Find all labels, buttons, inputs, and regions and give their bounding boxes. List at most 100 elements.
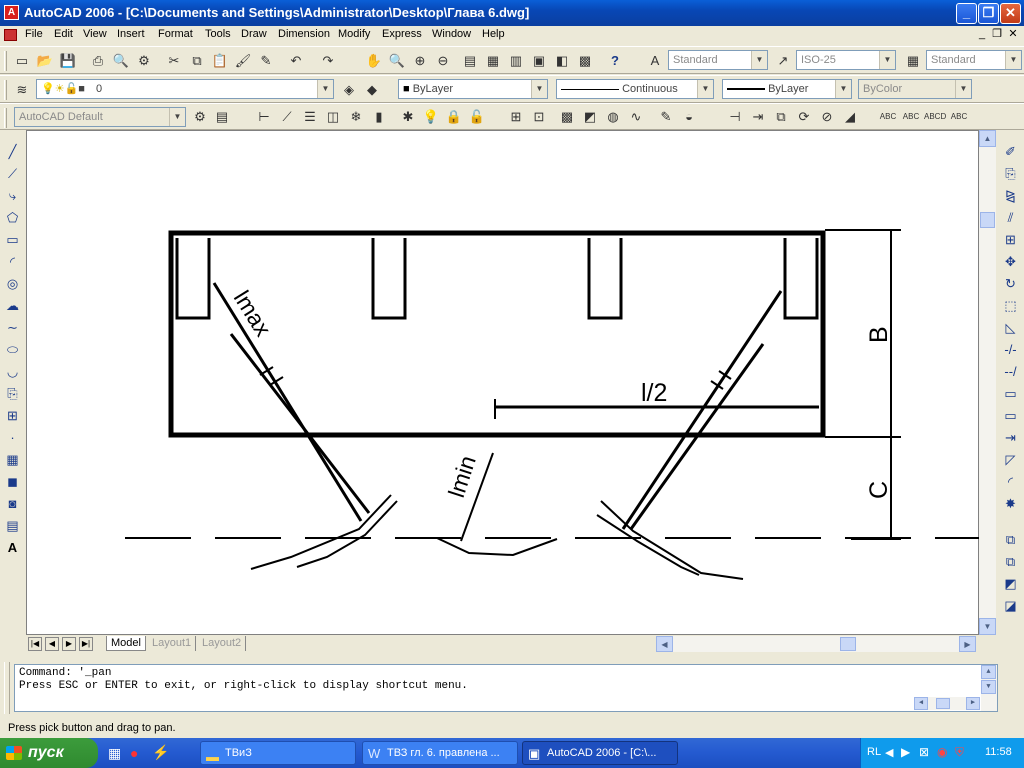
properties-icon[interactable]: ▤ — [460, 51, 480, 71]
command-line[interactable]: Command: '_pan Press ESC or ENTER to exi… — [14, 664, 998, 712]
make-current-layer-icon[interactable]: ◈ — [339, 80, 359, 100]
horizontal-scroll-thumb[interactable] — [840, 637, 856, 651]
command-grip[interactable] — [4, 662, 10, 714]
menu-tools[interactable]: Tools — [202, 28, 234, 40]
tool-palettes-icon[interactable]: ▥ — [506, 51, 526, 71]
zoom-window-icon[interactable]: ⊕ — [410, 51, 430, 71]
break-icon[interactable]: ▭ — [1001, 406, 1020, 425]
fillet-icon[interactable]: ◜ — [1001, 472, 1020, 491]
array-icon[interactable]: ⊞ — [1001, 230, 1020, 249]
layer-manager-icon[interactable]: ≋ — [12, 80, 32, 100]
layer-select[interactable]: 💡☀🔓■ 0 ▼ — [36, 79, 334, 99]
block-editor-icon[interactable]: ✎ — [256, 51, 276, 71]
layer-off-icon[interactable]: ▮ — [369, 107, 389, 127]
scroll-down-button[interactable]: ▼ — [979, 618, 996, 635]
doc-minimize-button[interactable]: _ — [975, 28, 989, 42]
line-icon[interactable]: ╱ — [3, 142, 22, 161]
menu-window[interactable]: Window — [429, 28, 474, 40]
ellipse-icon[interactable]: ⬭ — [3, 340, 22, 359]
plot-icon[interactable]: ⎙ — [88, 51, 108, 71]
command-hscroll-thumb[interactable] — [936, 698, 950, 709]
zoom-realtime-icon[interactable]: 🔍 — [387, 51, 407, 71]
menu-express[interactable]: Express — [379, 28, 425, 40]
table-icon[interactable]: ▤ — [3, 516, 22, 535]
menu-edit[interactable]: Edit — [51, 28, 76, 40]
help-icon[interactable]: ? — [605, 51, 625, 71]
command-scroll-up-button[interactable]: ▲ — [981, 665, 996, 679]
block-icon[interactable]: ⊞ — [506, 107, 526, 127]
design-center-icon[interactable]: ▦ — [483, 51, 503, 71]
attribute-icon[interactable]: ⊡ — [529, 107, 549, 127]
change-case-icon[interactable]: ABC — [949, 107, 969, 127]
layer-thaw-icon[interactable]: ✱ — [398, 107, 418, 127]
doc-close-button[interactable]: ✕ — [1006, 28, 1020, 42]
workspace-select[interactable]: AutoCAD Default ▼ — [14, 107, 186, 127]
command-scroll-left-button[interactable]: ◀ — [914, 697, 928, 710]
close-button[interactable]: ✕ — [1000, 3, 1021, 24]
aligned-dimension-icon[interactable]: ⟋ — [277, 107, 297, 127]
plot-preview-icon[interactable]: 🔍 — [111, 51, 131, 71]
table-style-select[interactable]: Standard ▼ — [926, 50, 1022, 70]
new-icon[interactable]: ▭ — [12, 51, 32, 71]
calculator-icon[interactable]: ▩ — [575, 51, 595, 71]
menu-dimension[interactable]: Dimension — [275, 28, 333, 40]
zoom-previous-icon[interactable]: ⊖ — [433, 51, 453, 71]
layer-previous-icon[interactable]: ◆ — [362, 80, 382, 100]
menu-modify[interactable]: Modify — [335, 28, 373, 40]
tab-model[interactable]: Model — [106, 636, 146, 651]
layer-lock-icon[interactable]: 🔒 — [444, 107, 464, 127]
maximize-button[interactable]: ❐ — [978, 3, 999, 24]
cut-icon[interactable]: ✂ — [164, 51, 184, 71]
send-under-icon[interactable]: ◪ — [1001, 596, 1020, 615]
scroll-up-button[interactable]: ▲ — [979, 130, 996, 147]
extend-icon[interactable]: ⇥ — [748, 107, 768, 127]
menu-file[interactable]: File — [22, 28, 46, 40]
globe-icon[interactable]: ◍ — [603, 107, 623, 127]
draw-order-front-icon[interactable]: ⧉ — [1001, 530, 1020, 549]
menu-insert[interactable]: Insert — [114, 28, 148, 40]
task-word-document[interactable]: W ТВЗ гл. 6. правлена ... — [362, 741, 518, 765]
point-icon[interactable]: · — [3, 428, 22, 447]
layer-on-icon[interactable]: 💡 — [421, 107, 441, 127]
modify-text-icon[interactable]: ✎ — [656, 107, 676, 127]
quicklaunch-desktop-icon[interactable]: ▦ — [108, 745, 121, 762]
multiple-copy-icon[interactable]: ⧉ — [771, 107, 791, 127]
scroll-thumb[interactable] — [980, 212, 995, 228]
tray-arrow-icon[interactable]: ◀ — [885, 746, 893, 759]
explode-icon[interactable]: ✸ — [1001, 494, 1020, 513]
layer-unlock-icon[interactable]: 🔓 — [467, 107, 487, 127]
polygon-icon[interactable]: ⬠ — [3, 208, 22, 227]
text-fit-icon[interactable]: ABC — [878, 107, 898, 127]
mirror-icon[interactable]: ⧎ — [1001, 186, 1020, 205]
break-at-point-icon[interactable]: ▭ — [1001, 384, 1020, 403]
paste-icon[interactable]: 📋 — [210, 51, 230, 71]
color-select[interactable]: ■ ByLayer ▼ — [398, 79, 548, 99]
cookie-cutter-icon[interactable]: ⊘ — [817, 107, 837, 127]
color-image-icon[interactable]: ◩ — [580, 107, 600, 127]
table-style-icon[interactable]: ▦ — [903, 51, 923, 71]
lineweight-select[interactable]: ByLayer ▼ — [722, 79, 852, 99]
construction-line-icon[interactable]: ⟋ — [3, 164, 22, 183]
scroll-left-button[interactable]: ◀ — [656, 636, 673, 652]
command-scrollbar[interactable]: ▲ ▼ — [981, 665, 997, 711]
move-copy-rotate-icon[interactable]: ⟳ — [794, 107, 814, 127]
break-line-icon[interactable]: ∿ — [626, 107, 646, 127]
rectangle-icon[interactable]: ▭ — [3, 230, 22, 249]
arc-text-icon[interactable]: ◒ — [679, 107, 699, 127]
layer-isolate-icon[interactable]: ◫ — [323, 107, 343, 127]
dim-style-select[interactable]: ISO-25 ▼ — [796, 50, 896, 70]
horizontal-scrollbar[interactable]: ◀ ▶ — [656, 636, 976, 652]
insert-block-icon[interactable]: ⎘ — [3, 384, 22, 403]
minimize-button[interactable]: _ — [956, 3, 977, 24]
document-icon[interactable] — [4, 29, 17, 41]
task-folder[interactable]: ▬ ТВиЗ — [200, 741, 356, 765]
prev-tab-button[interactable]: ◀ — [45, 637, 59, 651]
doc-restore-button[interactable]: ❐ — [990, 28, 1004, 42]
markup-icon[interactable]: ◧ — [552, 51, 572, 71]
copy-object-icon[interactable]: ⎘ — [1001, 164, 1020, 183]
offset-icon[interactable]: ⫽ — [1001, 208, 1020, 227]
save-icon[interactable]: 💾 — [58, 51, 78, 71]
menu-view[interactable]: View — [80, 28, 110, 40]
publish-icon[interactable]: ⚙ — [134, 51, 154, 71]
hatch-icon[interactable]: ▦ — [3, 450, 22, 469]
